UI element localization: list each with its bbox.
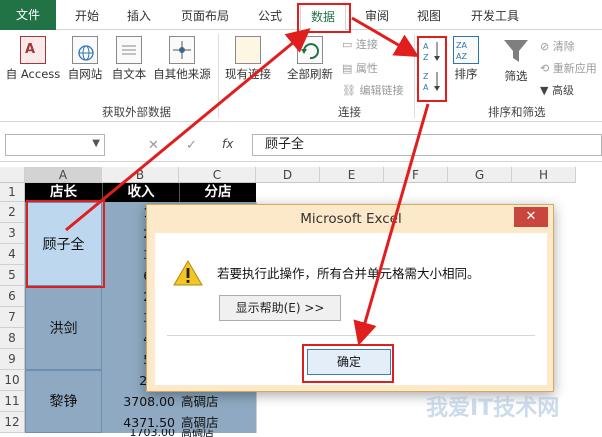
arrow-to-ok-button: [353, 103, 430, 346]
arrow-to-data-tab: [65, 28, 311, 232]
annotation-arrows: [65, 16, 430, 346]
arrow-to-sort-buttons: [351, 16, 420, 58]
watermark-text: 我爱IT技术网: [426, 396, 560, 421]
